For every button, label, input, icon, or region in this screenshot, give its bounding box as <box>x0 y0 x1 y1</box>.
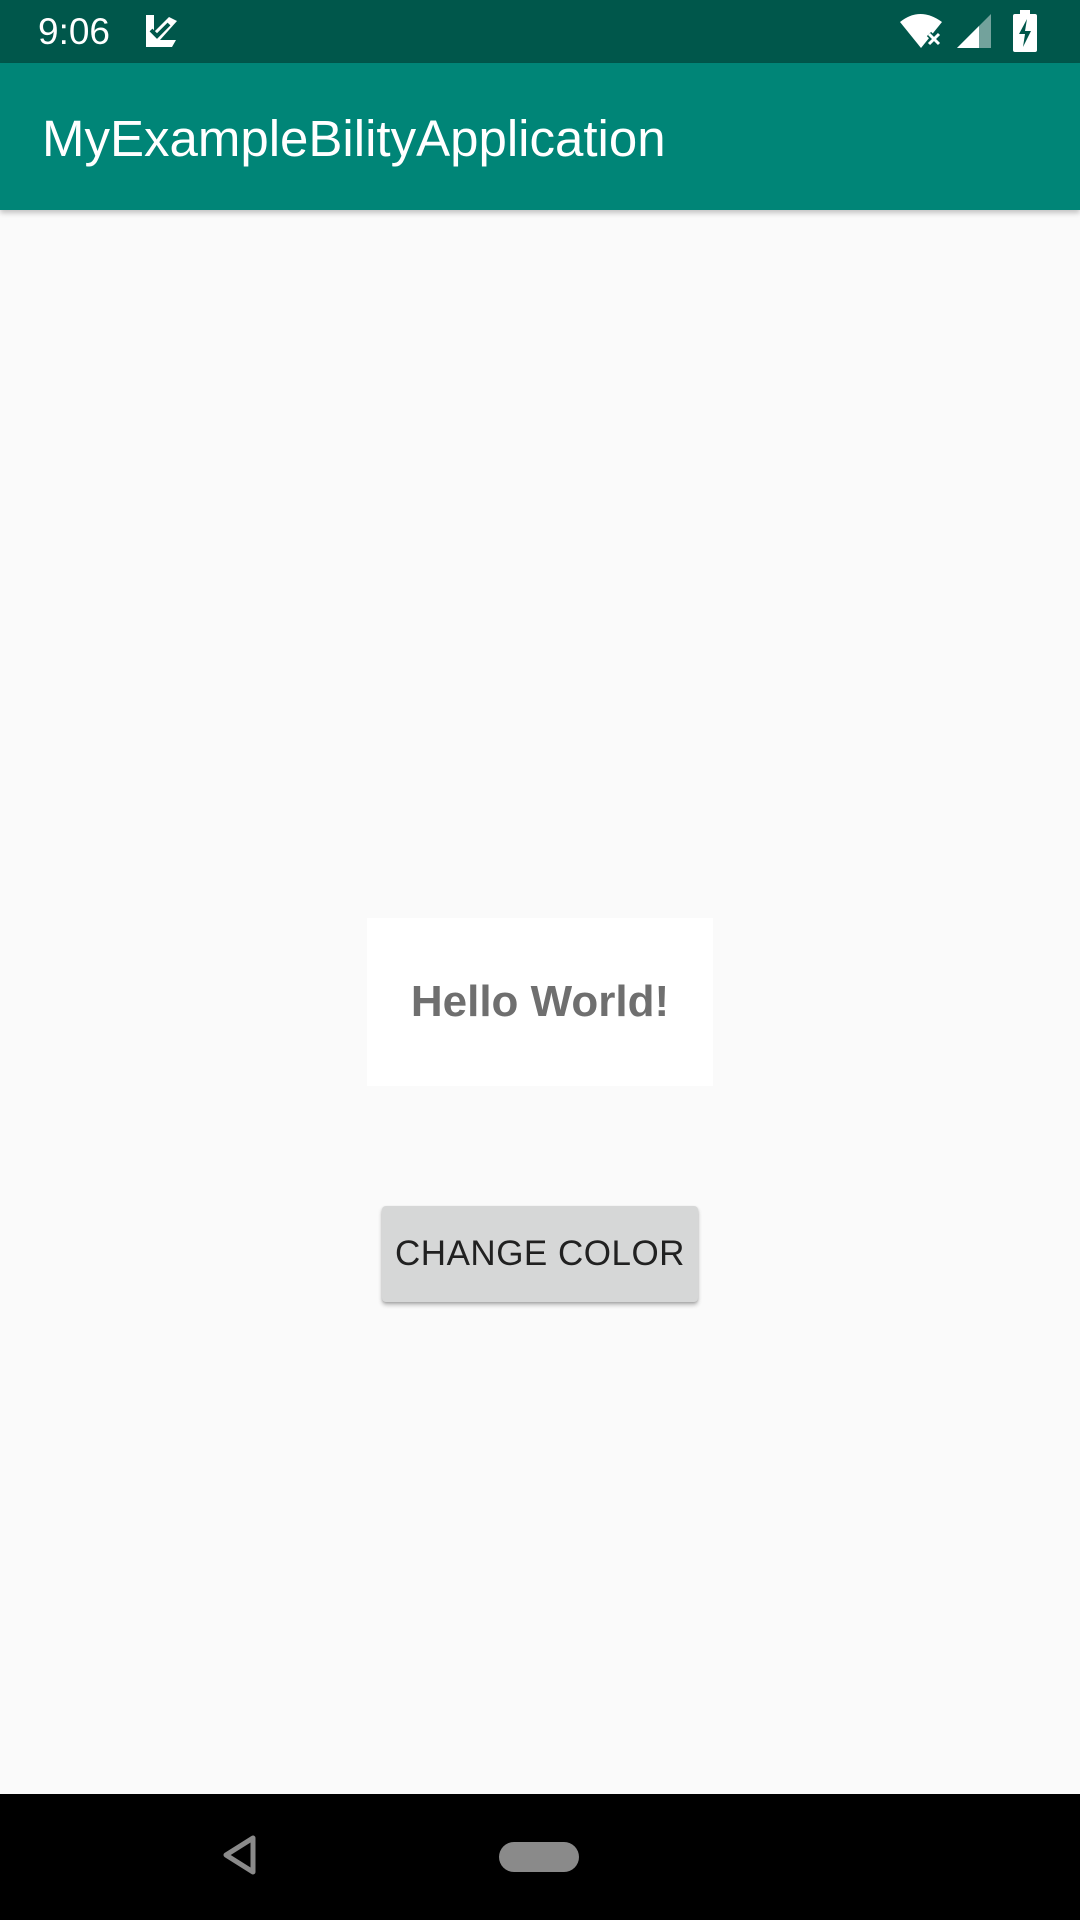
home-icon[interactable] <box>499 1842 579 1872</box>
app-bar: MyExampleBilityApplication <box>0 63 1080 210</box>
navigation-bar <box>0 1794 1080 1920</box>
notification-check-icon <box>146 15 177 47</box>
wifi-icon <box>900 14 942 48</box>
status-bar: 9:06 <box>0 0 1080 63</box>
change-color-button-label: CHANGE COLOR <box>395 1234 685 1273</box>
change-color-button[interactable]: CHANGE COLOR <box>382 1206 698 1302</box>
status-time: 9:06 <box>38 11 111 52</box>
signal-icon <box>957 14 991 48</box>
hello-world-text: Hello World! <box>410 977 670 1026</box>
battery-charging-icon <box>1013 10 1037 52</box>
hello-world-box: Hello World! <box>367 918 713 1086</box>
back-icon[interactable] <box>220 1832 260 1878</box>
app-title: MyExampleBilityApplication <box>42 110 666 167</box>
